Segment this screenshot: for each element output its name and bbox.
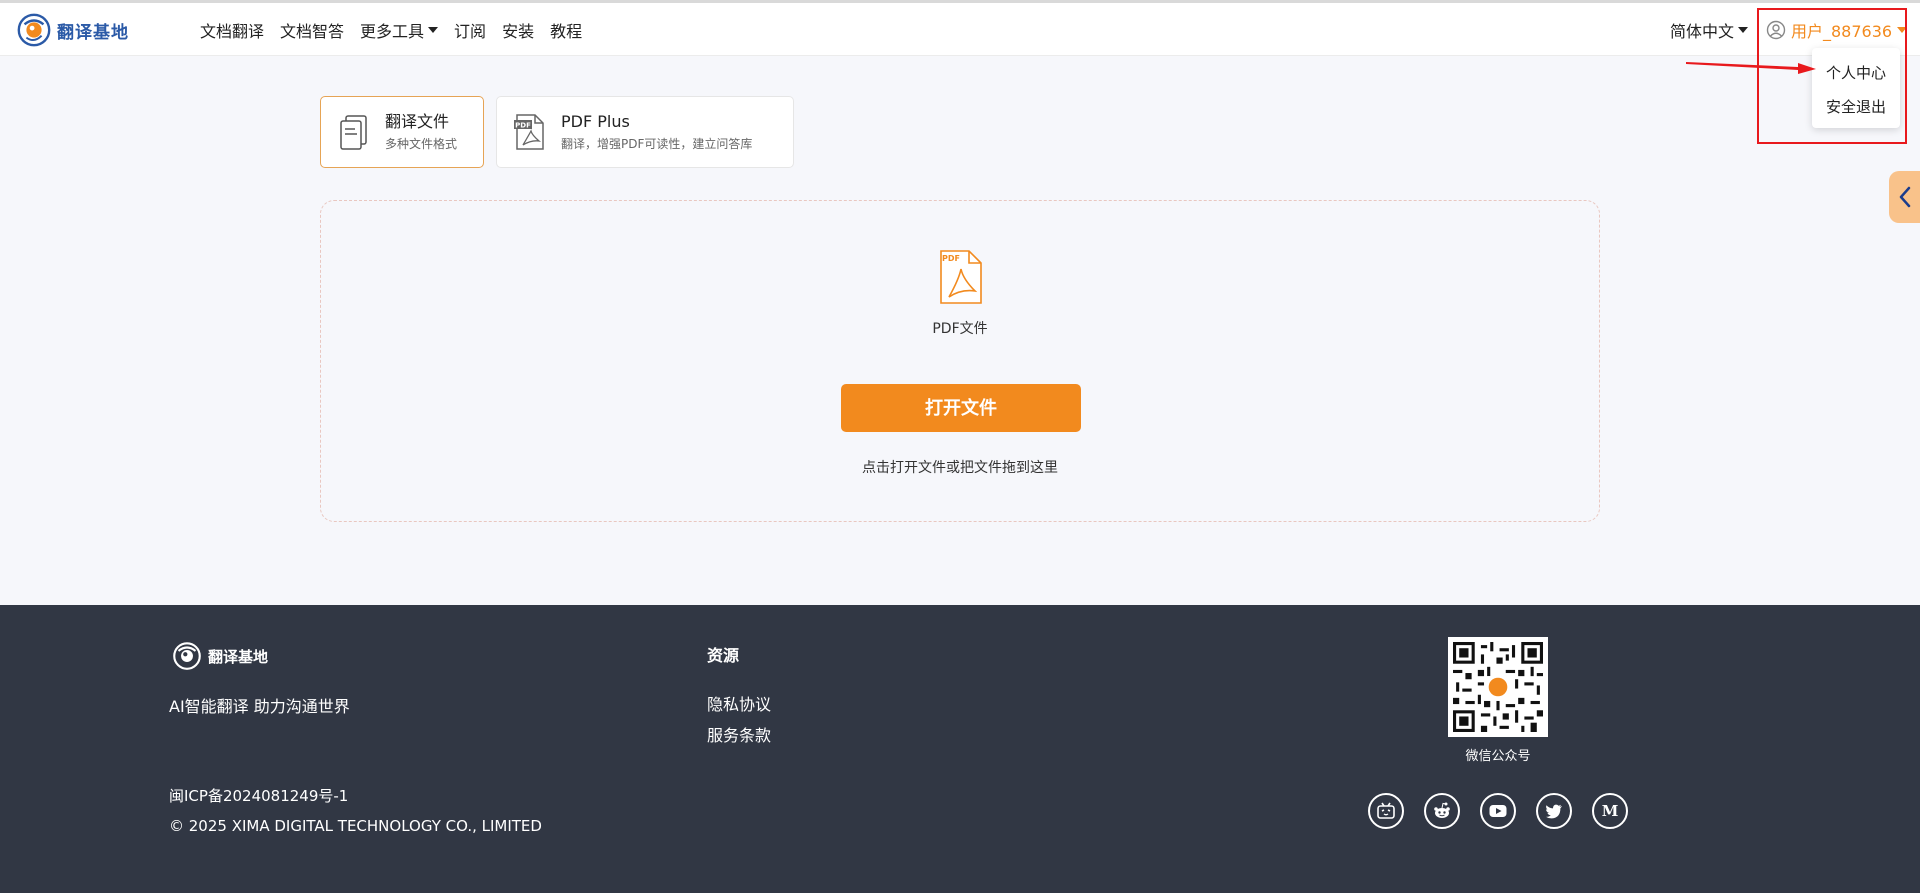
footer-link-terms[interactable]: 服务条款	[707, 722, 771, 746]
footer-logo-text: 翻译基地	[208, 647, 269, 666]
footer-logo: 翻译基地	[170, 639, 268, 673]
footer-resources-title: 资源	[707, 646, 740, 665]
mode-subtitle: 翻译，增强PDF可读性，建立问答库	[561, 137, 753, 151]
caret-down-icon	[1738, 26, 1749, 33]
qr-code-icon	[1453, 642, 1543, 732]
social-links: M	[1368, 793, 1628, 829]
main-nav: 文档翻译 文档智答 更多工具 订阅 安装 教程	[200, 3, 582, 56]
mode-card-text: 翻译文件 多种文件格式	[385, 111, 457, 153]
svg-text:M: M	[1602, 802, 1619, 820]
bilibili-link[interactable]	[1368, 793, 1404, 829]
mode-title: PDF Plus	[561, 112, 630, 131]
mode-card-pdf-plus[interactable]: PDF PDF Plus 翻译，增强PDF可读性，建立问答库	[496, 96, 794, 168]
logo-icon	[173, 642, 201, 670]
footer-icp[interactable]: 闽ICP备2024081249号-1	[169, 785, 348, 806]
footer-link-privacy[interactable]: 隐私协议	[707, 691, 771, 715]
bilibili-icon	[1377, 802, 1395, 819]
svg-text:PDF: PDF	[942, 254, 960, 263]
annotation-arrow-icon	[1686, 62, 1816, 74]
nav-doc-translate[interactable]: 文档翻译	[200, 18, 264, 42]
footer-copyright: © 2025 XIMA DIGITAL TECHNOLOGY CO., LIMI…	[169, 817, 542, 835]
footer: 翻译基地 AI智能翻译 助力沟通世界 资源 隐私协议 服务条款 闽ICP备202…	[0, 605, 1920, 893]
nav-tutorial[interactable]: 教程	[550, 18, 582, 42]
medium-link[interactable]: M	[1592, 793, 1628, 829]
document-icon	[340, 115, 367, 150]
youtube-icon	[1489, 805, 1507, 817]
qr-label: 微信公众号	[1465, 749, 1531, 764]
logo-text: 翻译基地	[57, 22, 129, 43]
language-label: 简体中文	[1670, 21, 1735, 41]
mode-card-text: PDF Plus 翻译，增强PDF可读性，建立问答库	[561, 111, 752, 153]
upload-hint: 点击打开文件或把文件拖到这里	[862, 460, 1058, 476]
open-file-button[interactable]: 打开文件	[841, 384, 1081, 432]
mode-card-translate-file[interactable]: 翻译文件 多种文件格式	[320, 96, 484, 168]
youtube-link[interactable]	[1480, 793, 1516, 829]
chevron-left-icon	[1899, 186, 1910, 208]
reddit-link[interactable]	[1424, 793, 1460, 829]
twitter-link[interactable]	[1536, 793, 1572, 829]
logo-icon	[17, 13, 51, 47]
pdf-file-icon: PDF	[514, 114, 544, 150]
svg-text:PDF: PDF	[515, 122, 531, 130]
nav-more-tools[interactable]: 更多工具	[360, 18, 439, 42]
wechat-qr-code	[1448, 637, 1548, 737]
upload-dropzone[interactable]: PDF PDF文件 打开文件 点击打开文件或把文件拖到这里	[320, 200, 1600, 522]
language-selector[interactable]: 简体中文	[1670, 3, 1749, 56]
reddit-icon	[1434, 802, 1450, 818]
mode-subtitle: 多种文件格式	[385, 137, 458, 151]
footer-slogan: AI智能翻译 助力沟通世界	[169, 697, 350, 716]
file-type-label: PDF文件	[932, 321, 988, 337]
caret-down-icon	[428, 26, 439, 33]
nav-subscribe[interactable]: 订阅	[454, 18, 486, 42]
pdf-file-icon: PDF	[940, 250, 982, 304]
twitter-icon	[1545, 804, 1562, 819]
nav-more-tools-label: 更多工具	[360, 21, 425, 41]
nav-doc-qa[interactable]: 文档智答	[280, 18, 344, 42]
header: 翻译基地 文档翻译 文档智答 更多工具 订阅 安装 教程 简体中文 用户_887…	[0, 3, 1920, 56]
nav-install[interactable]: 安装	[502, 18, 534, 42]
logo[interactable]: 翻译基地	[15, 11, 129, 49]
side-panel-toggle[interactable]	[1889, 171, 1920, 223]
medium-icon: M	[1602, 802, 1619, 820]
mode-title: 翻译文件	[385, 112, 450, 131]
